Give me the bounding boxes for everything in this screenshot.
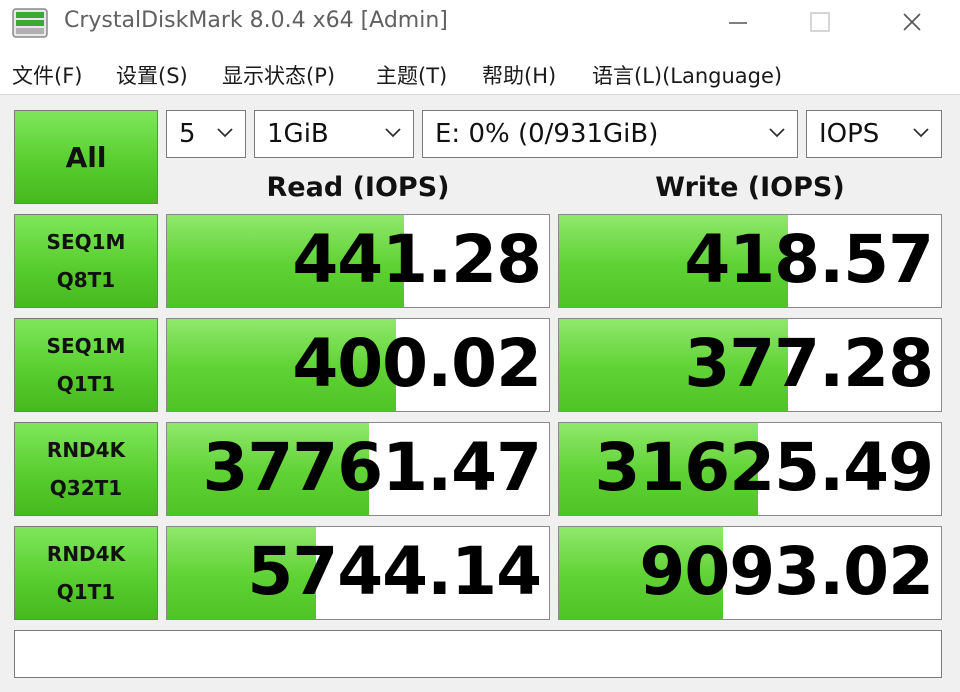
test-name: RND4K <box>46 438 126 462</box>
menu-file[interactable]: 文件(F) <box>12 60 82 90</box>
maximize-button[interactable] <box>790 0 850 44</box>
read-value: 400.02 <box>292 325 542 402</box>
write-value: 9093.02 <box>639 533 934 610</box>
test-size-value: 1GiB <box>267 119 329 149</box>
menu-settings[interactable]: 设置(S) <box>116 60 188 90</box>
chevron-down-icon <box>769 128 785 138</box>
write-header: Write (IOPS) <box>655 172 845 203</box>
minimize-button[interactable] <box>708 0 768 44</box>
read-value: 37761.47 <box>202 429 542 506</box>
test-button-rnd4k-q32t1[interactable]: RND4K Q32T1 <box>14 422 158 516</box>
write-result: 418.57 <box>558 214 942 308</box>
test-button-seq1m-q8t1[interactable]: SEQ1M Q8T1 <box>14 214 158 308</box>
menu-display[interactable]: 显示状态(P) <box>222 60 335 90</box>
read-result: 441.28 <box>166 214 550 308</box>
chevron-down-icon <box>385 128 401 138</box>
read-result: 5744.14 <box>166 526 550 620</box>
minimize-icon <box>729 22 747 24</box>
read-value: 441.28 <box>292 221 542 298</box>
menu-help[interactable]: 帮助(H) <box>482 60 556 90</box>
drive-select[interactable]: E: 0% (0/931GiB) <box>422 110 798 158</box>
test-count-select[interactable]: 5 <box>166 110 246 158</box>
write-result: 31625.49 <box>558 422 942 516</box>
test-params: Q1T1 <box>56 372 116 396</box>
close-icon <box>903 13 921 31</box>
write-result: 377.28 <box>558 318 942 412</box>
test-params: Q1T1 <box>56 580 116 604</box>
menu-language[interactable]: 语言(L)(Language) <box>592 60 782 90</box>
run-all-button[interactable]: All <box>14 110 158 204</box>
window-title: CrystalDiskMark 8.0.4 x64 [Admin] <box>64 8 448 33</box>
comment-field[interactable] <box>14 630 942 678</box>
write-value: 418.57 <box>684 221 934 298</box>
read-result: 37761.47 <box>166 422 550 516</box>
test-name: RND4K <box>46 542 126 566</box>
write-value: 377.28 <box>684 325 934 402</box>
chevron-down-icon <box>913 128 929 138</box>
menu-theme[interactable]: 主题(T) <box>376 60 447 90</box>
close-button[interactable] <box>882 0 942 44</box>
unit-select[interactable]: IOPS <box>806 110 942 158</box>
test-button-seq1m-q1t1[interactable]: SEQ1M Q1T1 <box>14 318 158 412</box>
test-name: SEQ1M <box>46 334 126 358</box>
menu-divider <box>0 94 960 95</box>
test-size-select[interactable]: 1GiB <box>254 110 414 158</box>
test-params: Q32T1 <box>49 476 123 500</box>
write-value: 31625.49 <box>594 429 934 506</box>
read-result: 400.02 <box>166 318 550 412</box>
title-bar: CrystalDiskMark 8.0.4 x64 [Admin] <box>0 0 960 44</box>
test-name: SEQ1M <box>46 230 126 254</box>
read-header: Read (IOPS) <box>266 172 450 203</box>
test-params: Q8T1 <box>56 268 116 292</box>
app-icon <box>12 8 48 38</box>
test-count-value: 5 <box>179 119 196 149</box>
chevron-down-icon <box>217 128 233 138</box>
read-value: 5744.14 <box>247 533 542 610</box>
unit-value: IOPS <box>819 119 880 149</box>
maximize-icon <box>810 12 830 32</box>
drive-value: E: 0% (0/931GiB) <box>435 119 659 149</box>
write-result: 9093.02 <box>558 526 942 620</box>
test-button-rnd4k-q1t1[interactable]: RND4K Q1T1 <box>14 526 158 620</box>
run-all-label: All <box>65 140 107 174</box>
